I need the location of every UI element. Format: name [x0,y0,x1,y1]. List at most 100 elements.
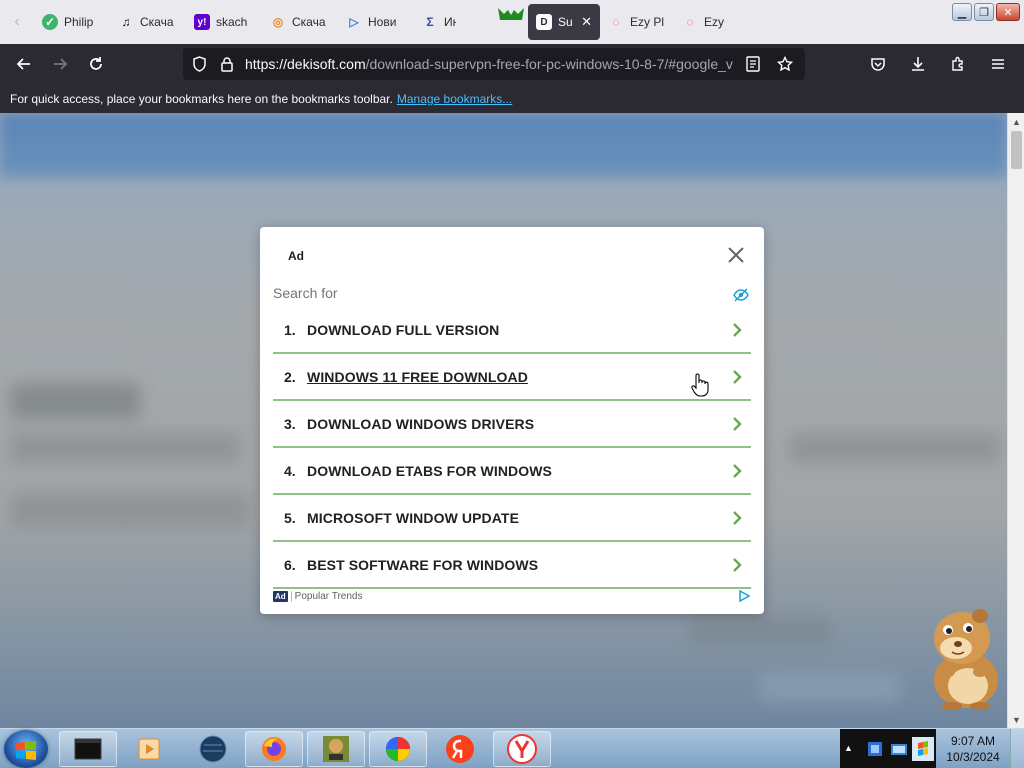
taskbar-globe[interactable] [184,731,242,767]
adchoices-icon[interactable] [737,589,751,603]
bookmark-star-icon[interactable] [771,48,799,80]
forward-button[interactable] [42,48,78,80]
item-label: DOWNLOAD ETABS FOR WINDOWS [307,462,552,479]
ad-modal: Ad Search for 1. DOWNLOAD FULL VERSION 2… [260,227,764,614]
restore-button[interactable]: ❐ [974,3,994,21]
hamburger-menu-icon [992,59,1004,69]
extensions-button[interactable] [940,48,976,80]
ad-label: Ad [288,249,304,263]
windows-taskbar: ▲ 9:07 AM 10/3/2024 [0,728,1024,768]
close-tab-icon[interactable]: ✕ [581,14,592,30]
start-button[interactable] [4,730,48,768]
windows-logo-icon [16,741,36,760]
url-bar[interactable]: https://dekisoft.com/download-supervpn-f… [183,48,805,80]
tab[interactable]: Σ Ин [414,4,464,40]
tab[interactable]: ♫ Скача [110,4,186,40]
item-label: WINDOWS 11 FREE DOWNLOAD [307,368,528,385]
box-game-icon [323,736,349,762]
page-scrollbar[interactable]: ▲ ▼ [1007,113,1024,728]
ad-search-item[interactable]: 3. DOWNLOAD WINDOWS DRIVERS [273,401,751,448]
forward-arrow-icon [54,58,68,70]
tab[interactable]: ◌ Ezy Pl [600,4,674,40]
window-controls: ▁ ❐ ✕ [952,3,1020,21]
back-button[interactable] [6,48,42,80]
item-number: 5. [284,509,296,526]
tab[interactable]: ◎ Скача [262,4,338,40]
taskbar-yandex[interactable] [493,731,551,767]
ad-search-item[interactable]: 4. DOWNLOAD ETABS FOR WINDOWS [273,448,751,495]
popular-trends-label: Popular Trends [290,590,363,602]
close-window-button[interactable]: ✕ [996,3,1020,21]
item-number: 4. [284,462,296,479]
ad-search-item[interactable]: 5. MICROSOFT WINDOW UPDATE [273,495,751,542]
manage-bookmarks-link[interactable]: Manage bookmarks... [397,92,512,106]
music-note-icon: ♫ [121,15,131,29]
url-path: /download-supervpn-free-for-pc-windows-1… [365,56,733,72]
taskbar-terminal[interactable] [59,731,117,767]
play-circle-icon: ▷ [349,15,359,29]
navigation-toolbar: https://dekisoft.com/download-supervpn-f… [0,44,1024,84]
taskbar-color-wheel[interactable] [369,731,427,767]
lock-icon[interactable] [213,48,241,80]
chevron-right-icon [733,417,742,431]
search-for-label: Search for [273,285,338,301]
minimize-button[interactable]: ▁ [952,3,972,21]
taskbar-clock[interactable]: 9:07 AM 10/3/2024 [940,733,1006,765]
tab[interactable]: ◌ Ezy Pl [674,4,736,40]
menu-button[interactable] [980,48,1016,80]
tab-active[interactable]: D Sup ✕ [528,4,600,40]
blurred-block [10,383,140,419]
url-host: https://dekisoft.com [245,56,366,72]
reload-icon [90,57,102,70]
reload-button[interactable] [78,48,114,80]
action-center-flag-icon[interactable] [912,737,934,761]
bookmarks-toolbar: For quick access, place your bookmarks h… [0,84,1024,113]
pocket-icon [871,58,885,71]
tab-strip: ‹ ✓ Philip ♫ Скача y! skach ◎ Скача ▷ Но… [0,0,1024,44]
taskbar-yandex-browser[interactable] [431,731,489,767]
chevron-right-icon [733,511,742,525]
ad-footer: Ad Popular Trends [273,589,751,603]
tab[interactable]: ▷ Нови [338,4,414,40]
media-player-icon [138,738,160,760]
chevron-right-icon [733,558,742,572]
taskbar-box-game[interactable] [307,731,365,767]
ad-badge: Ad [273,590,288,602]
taskbar-media-player[interactable] [120,731,178,767]
scroll-down-icon[interactable]: ▼ [1008,711,1024,728]
hamster-mascot-icon [934,609,998,710]
sigma-icon: Σ [426,15,434,29]
tracking-shield-icon[interactable] [185,48,213,80]
downloads-button[interactable] [900,48,936,80]
item-label: MICROSOFT WINDOW UPDATE [307,509,520,526]
yandex-icon [507,734,537,764]
tab-scroll-left-button[interactable]: ‹ [0,0,34,44]
color-wheel-icon [386,737,410,761]
url-text[interactable]: https://dekisoft.com/download-supervpn-f… [245,56,751,72]
tray-app-icon[interactable] [866,739,884,759]
show-hidden-icons-icon[interactable]: ▲ [844,743,853,753]
ad-search-item[interactable]: 2. WINDOWS 11 FREE DOWNLOAD [273,354,751,401]
ad-search-item[interactable]: 1. DOWNLOAD FULL VERSION [273,307,751,354]
item-number: 2. [284,368,296,385]
blank-icon [472,14,488,30]
pocket-button[interactable] [860,48,896,80]
reader-view-icon[interactable] [739,48,767,80]
tab[interactable]: y! skach [186,4,262,40]
scrollbar-thumb[interactable] [1011,131,1022,169]
close-icon[interactable] [726,245,746,265]
blurred-block [760,673,900,703]
clock-date: 10/3/2024 [946,750,1000,764]
network-icon[interactable] [890,739,908,759]
hide-eye-icon[interactable] [733,288,749,302]
item-label: BEST SOFTWARE FOR WINDOWS [307,556,539,573]
taskbar-firefox[interactable] [245,731,303,767]
scroll-up-icon[interactable]: ▲ [1008,113,1024,130]
ad-search-item[interactable]: 6. BEST SOFTWARE FOR WINDOWS [273,542,751,589]
yandex-browser-icon [446,735,474,763]
item-label: DOWNLOAD FULL VERSION [307,321,500,338]
firefox-icon [262,737,286,761]
dekisoft-icon: D [536,14,552,30]
show-desktop-button[interactable] [1010,729,1024,768]
tab[interactable]: ✓ Philip [34,4,110,40]
